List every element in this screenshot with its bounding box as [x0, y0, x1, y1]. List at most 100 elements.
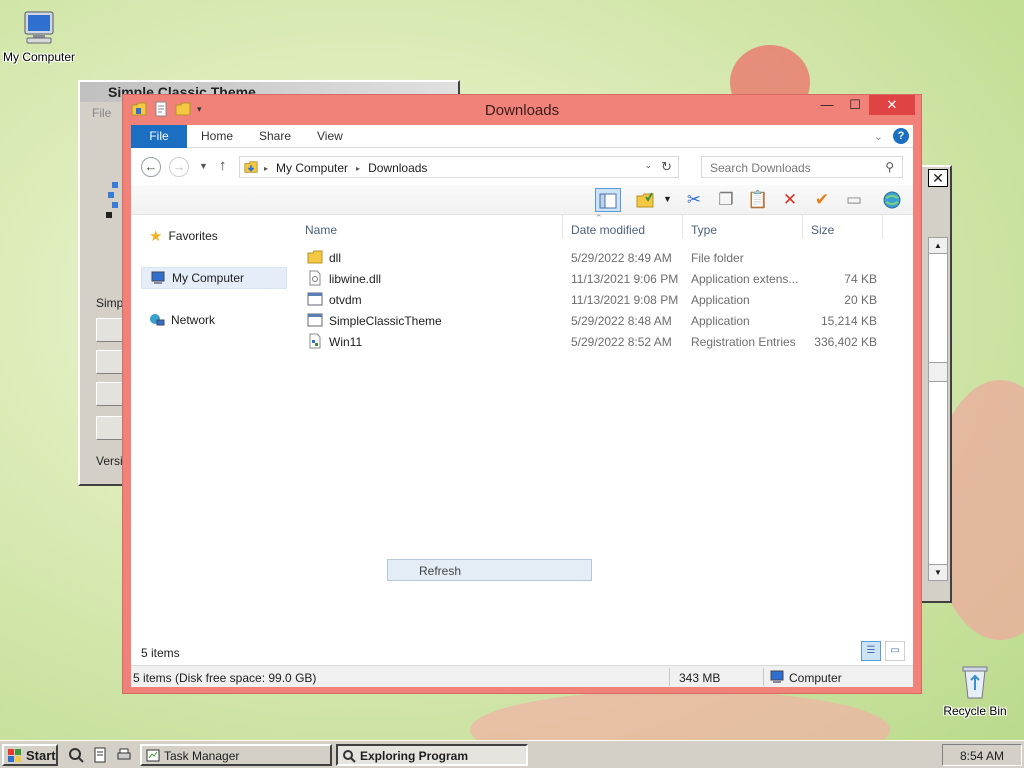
- close-button[interactable]: ✕: [869, 95, 915, 115]
- column-header-name[interactable]: Name ⌃: [297, 213, 603, 239]
- search-placeholder: Search Downloads: [710, 161, 811, 175]
- file-size: 20 KB: [844, 293, 877, 307]
- file-row[interactable]: Win11 5/29/2022 8:52 AM Registration Ent…: [297, 331, 913, 352]
- scrollbar[interactable]: ▲ ▼: [928, 237, 948, 581]
- large-icons-view-icon[interactable]: ▭: [885, 641, 905, 661]
- preview-pane-button[interactable]: [595, 188, 621, 212]
- breadcrumb-separator-icon[interactable]: ▸: [356, 164, 360, 173]
- breadcrumb-separator-icon[interactable]: ▸: [264, 164, 268, 173]
- maximize-button[interactable]: ☐: [841, 95, 869, 115]
- ribbon-tabs: File Home Share View ⌄ ?: [131, 125, 913, 148]
- cut-button[interactable]: ✂: [681, 188, 707, 212]
- globe-icon: [883, 191, 901, 209]
- registry-file-icon: [309, 333, 321, 349]
- minimize-button[interactable]: —: [813, 95, 841, 115]
- file-name: Win11: [329, 335, 363, 349]
- search-input[interactable]: Search Downloads ⚲: [701, 156, 903, 178]
- status-divider: [669, 668, 670, 686]
- file-date: 11/13/2021 9:08 PM: [571, 293, 679, 307]
- scroll-up-arrow-icon[interactable]: ▲: [929, 238, 947, 254]
- window-controls: — ☐ ✕: [813, 95, 915, 115]
- file-date: 5/29/2022 8:48 AM: [571, 314, 672, 328]
- view-switcher: ☰ ▭: [861, 641, 905, 661]
- system-tray-clock[interactable]: 8:54 AM: [942, 744, 1022, 766]
- file-date: 11/13/2021 9:06 PM: [571, 272, 679, 286]
- file-list: Name ⌃ Date modified Type Size dll 5/29/…: [297, 213, 913, 661]
- copy-button[interactable]: ❐: [713, 188, 739, 212]
- folder-icon: [307, 250, 323, 264]
- breadcrumb: ▸ My Computer ▸ Downloads: [264, 161, 427, 175]
- tab-view[interactable]: View: [317, 129, 343, 143]
- help-icon[interactable]: ?: [893, 128, 909, 144]
- file-row[interactable]: dll 5/29/2022 8:49 AM File folder: [297, 247, 913, 268]
- folder-options-dropdown-icon[interactable]: ▼: [663, 194, 672, 204]
- search-icon[interactable]: ⚲: [885, 160, 894, 174]
- context-menu-refresh[interactable]: Refresh: [387, 559, 592, 581]
- breadcrumb-downloads[interactable]: Downloads: [368, 161, 427, 175]
- windows-logo-icon: [8, 749, 21, 762]
- select-folder-button[interactable]: [633, 188, 659, 212]
- delete-button[interactable]: ✕: [777, 188, 803, 212]
- address-dropdown-icon[interactable]: ⌄: [644, 160, 652, 171]
- checkmark-icon: ✔: [814, 190, 830, 209]
- forward-button[interactable]: →: [169, 157, 189, 177]
- desktop-icon-label: Recycle Bin: [943, 704, 1007, 718]
- file-row[interactable]: libwine.dll 11/13/2021 9:06 PM Applicati…: [297, 268, 913, 289]
- address-bar[interactable]: ▸ My Computer ▸ Downloads ⌄ ↻: [239, 156, 679, 178]
- back-button[interactable]: ←: [141, 157, 161, 177]
- scroll-thumb[interactable]: [929, 362, 947, 382]
- details-view-icon[interactable]: ☰: [861, 641, 881, 661]
- scroll-down-arrow-icon[interactable]: ▼: [929, 564, 947, 580]
- paste-button[interactable]: 📋: [745, 188, 771, 212]
- explorer-window[interactable]: ▾ Downloads — ☐ ✕ File Home Share View ⌄…: [122, 94, 922, 694]
- start-button[interactable]: Start: [2, 744, 58, 766]
- rename-button[interactable]: ▭: [841, 188, 867, 212]
- exploring-icon: [343, 750, 356, 763]
- desktop-icon-my-computer[interactable]: My Computer: [0, 8, 84, 64]
- quicklaunch-document-icon[interactable]: [92, 747, 108, 763]
- nav-item-my-computer[interactable]: My Computer: [141, 267, 287, 289]
- taskbar-button-task-manager[interactable]: Task Manager: [140, 744, 332, 766]
- application-icon: [307, 292, 323, 306]
- recent-locations-dropdown-icon[interactable]: ▼: [199, 161, 208, 171]
- column-header-type[interactable]: Type: [683, 215, 803, 239]
- column-header-size[interactable]: Size: [803, 215, 883, 239]
- close-button[interactable]: ✕: [928, 169, 948, 187]
- quicklaunch-printer-icon[interactable]: [116, 747, 132, 763]
- file-type: Registration Entries: [691, 335, 796, 349]
- nav-item-label: Network: [171, 313, 216, 327]
- taskbar: Start Task Manager Exploring Program 8:5…: [0, 740, 1024, 768]
- rename-icon: ▭: [845, 190, 863, 209]
- column-header-label: Name: [305, 223, 338, 237]
- quicklaunch-explorer-icon[interactable]: [68, 747, 84, 763]
- folder-download-icon: [244, 161, 258, 173]
- explorer-client-area: File Home Share View ⌄ ? ← → ▼ ↑ ▸ My Co…: [131, 125, 913, 687]
- nav-item-favorites[interactable]: ★ Favorites: [141, 225, 287, 247]
- column-header-date[interactable]: Date modified: [563, 215, 683, 239]
- dll-file-icon: [309, 270, 321, 286]
- computer-icon: [24, 11, 54, 44]
- file-type: Application: [691, 314, 750, 328]
- paste-icon: 📋: [747, 190, 769, 209]
- tab-home[interactable]: Home: [201, 129, 233, 143]
- file-row[interactable]: otvdm 11/13/2021 9:08 PM Application 20 …: [297, 289, 913, 310]
- up-button[interactable]: ↑: [219, 157, 227, 174]
- file-row[interactable]: SimpleClassicTheme 5/29/2022 8:48 AM App…: [297, 310, 913, 331]
- status-bar: 5 items (Disk free space: 99.0 GB) 343 M…: [131, 665, 913, 687]
- file-size: 336,402 KB: [814, 335, 877, 349]
- desktop-icon-recycle-bin[interactable]: Recycle Bin: [930, 662, 1020, 718]
- tab-share[interactable]: Share: [259, 129, 291, 143]
- refresh-icon[interactable]: ↻: [661, 159, 672, 175]
- file-date: 5/29/2022 8:52 AM: [571, 335, 672, 349]
- properties-button[interactable]: ✔: [809, 188, 835, 212]
- tab-file[interactable]: File: [131, 125, 187, 148]
- internet-button[interactable]: [879, 188, 905, 212]
- breadcrumb-my-computer[interactable]: My Computer: [276, 161, 348, 175]
- star-icon: ★: [149, 228, 163, 245]
- nav-item-network[interactable]: Network: [141, 309, 287, 331]
- app-logo-icon: [106, 182, 118, 218]
- taskbar-button-exploring-program[interactable]: Exploring Program: [336, 744, 528, 766]
- ribbon-expand-chevron-icon[interactable]: ⌄: [874, 130, 883, 143]
- cut-icon: ✂: [686, 190, 702, 209]
- title-bar[interactable]: ▾ Downloads — ☐ ✕: [123, 95, 921, 125]
